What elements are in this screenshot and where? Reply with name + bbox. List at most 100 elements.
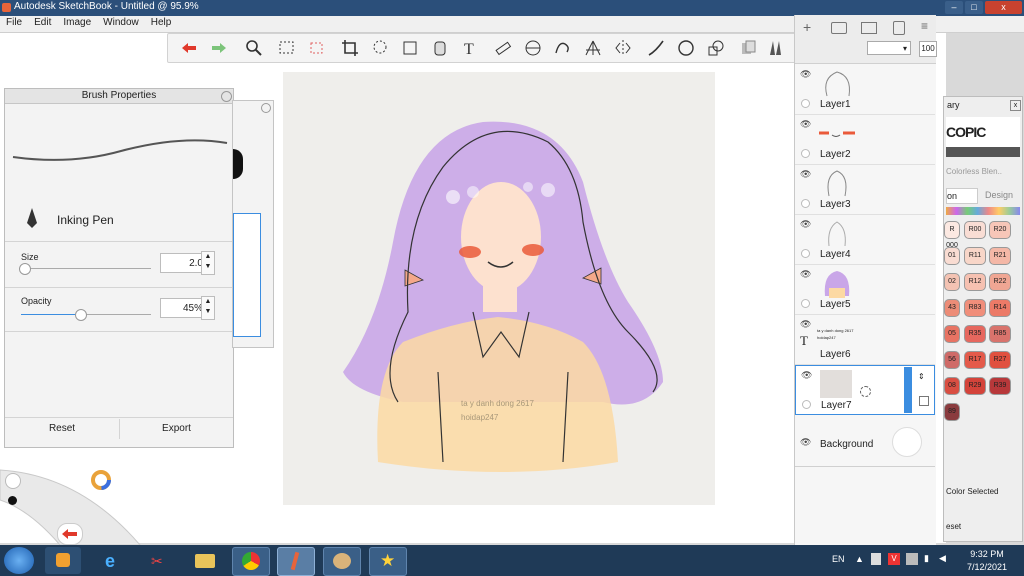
- copic-collapse-bar[interactable]: [946, 147, 1020, 157]
- opacity-slider-knob[interactable]: [74, 309, 87, 321]
- copic-swatch[interactable]: R39: [989, 377, 1011, 395]
- copic-close-icon[interactable]: x: [1010, 100, 1021, 111]
- visibility-eye-icon[interactable]: 👁: [800, 437, 811, 448]
- select-rect-icon[interactable]: [276, 38, 298, 58]
- lagoon-color-icon[interactable]: [90, 469, 112, 491]
- layer-row-layer3[interactable]: 👁 Layer3: [795, 165, 935, 215]
- layer-lock-dot[interactable]: [801, 149, 810, 158]
- visibility-eye-icon[interactable]: 👁: [800, 269, 811, 280]
- copic-swatch[interactable]: 89: [944, 403, 960, 421]
- layer-lock-dot[interactable]: [801, 249, 810, 258]
- tray-antivirus-icon[interactable]: V: [888, 553, 900, 565]
- undo-icon[interactable]: [178, 38, 200, 58]
- ellipse-guide-icon[interactable]: [522, 38, 544, 58]
- layer-row-background[interactable]: 👁 Background: [795, 417, 935, 467]
- layer-row-layer5[interactable]: 👁 Layer5: [795, 265, 935, 315]
- layer-row-layer1[interactable]: 👁 Layer1: [795, 65, 935, 115]
- opacity-stepper[interactable]: ▲ ▼: [201, 296, 215, 320]
- visibility-eye-icon[interactable]: 👁: [800, 219, 811, 230]
- layer-menu-icon[interactable]: ≡: [921, 19, 928, 33]
- layer-row-layer7-selected[interactable]: 👁 ⇕ Layer7: [795, 365, 935, 415]
- taskbar-app-icon[interactable]: ★: [369, 547, 407, 576]
- layer-options-icon[interactable]: [919, 396, 929, 406]
- copic-swatch[interactable]: R17: [964, 351, 986, 369]
- transform-icon[interactable]: [399, 38, 421, 58]
- opacity-slider[interactable]: [21, 309, 151, 321]
- close-button[interactable]: x: [985, 1, 1022, 14]
- tray-clipboard-icon[interactable]: [871, 553, 881, 565]
- symmetry-icon[interactable]: [612, 38, 634, 58]
- menu-window[interactable]: Window: [97, 16, 145, 28]
- taskbar-chrome-icon[interactable]: [232, 547, 270, 576]
- taskbar-snipping-icon[interactable]: ✂: [140, 547, 176, 574]
- secondary-panel-close-icon[interactable]: [261, 103, 271, 113]
- visibility-eye-icon[interactable]: 👁: [800, 69, 811, 80]
- add-image-icon[interactable]: [861, 22, 877, 34]
- layer-row-layer6[interactable]: 👁 T ta y danh dong 2617 hoidap247 Layer6: [795, 315, 935, 365]
- clock-time[interactable]: 9:32 PM: [965, 549, 1009, 559]
- text-icon[interactable]: T: [459, 38, 481, 58]
- copic-swatch[interactable]: R85: [989, 325, 1011, 343]
- copic-swatch[interactable]: R22: [989, 273, 1011, 291]
- size-slider-knob[interactable]: [18, 263, 31, 275]
- copic-family-strip[interactable]: [946, 207, 1020, 215]
- taskbar-sketchbook-icon[interactable]: [277, 547, 315, 576]
- layer-lock-dot[interactable]: [801, 299, 810, 308]
- lagoon-color-dot[interactable]: [8, 496, 17, 505]
- tray-expand-icon[interactable]: ▲: [855, 554, 864, 564]
- ruler-icon[interactable]: [492, 38, 514, 58]
- stroke-line-icon[interactable]: [645, 38, 667, 58]
- copic-reset-button[interactable]: eset: [946, 522, 961, 531]
- copic-swatch[interactable]: R12: [964, 273, 986, 291]
- export-button[interactable]: Export: [120, 419, 233, 439]
- zoom-icon[interactable]: [243, 38, 265, 58]
- visibility-eye-icon[interactable]: 👁: [801, 370, 812, 381]
- blend-mode-select[interactable]: ▾: [867, 41, 911, 55]
- layer-row-layer2[interactable]: 👁 Layer2: [795, 115, 935, 165]
- add-layer-icon[interactable]: +: [803, 19, 811, 35]
- drawing-canvas[interactable]: ta y danh dong 2617 hoidap247: [283, 72, 715, 505]
- copic-swatch[interactable]: 08: [944, 377, 960, 395]
- copic-tab-collection[interactable]: on: [946, 188, 978, 204]
- visibility-eye-icon[interactable]: 👁: [800, 169, 811, 180]
- perspective-icon[interactable]: [582, 38, 604, 58]
- visibility-eye-icon[interactable]: 👁: [800, 319, 811, 330]
- selected-brush-slot[interactable]: [233, 213, 261, 337]
- copy-paste-icon[interactable]: [737, 38, 759, 58]
- tray-network-icon[interactable]: ▮: [924, 553, 929, 564]
- copic-swatch[interactable]: 56: [944, 351, 960, 369]
- clock-date[interactable]: 7/12/2021: [962, 562, 1012, 572]
- taskbar-media-player[interactable]: [45, 547, 81, 574]
- crop-icon[interactable]: [339, 38, 361, 58]
- lagoon-brush-icon[interactable]: [5, 473, 21, 489]
- taskbar-ie-icon[interactable]: e: [96, 547, 132, 574]
- copic-tab-design[interactable]: Design: [978, 188, 1020, 202]
- copic-swatch[interactable]: R21: [989, 247, 1011, 265]
- bucket-icon[interactable]: [429, 38, 451, 58]
- reset-button[interactable]: Reset: [5, 419, 120, 439]
- shapes-icon[interactable]: [705, 38, 727, 58]
- background-color-swatch[interactable]: [892, 427, 922, 457]
- copic-swatch[interactable]: R00: [964, 221, 986, 239]
- copic-swatch[interactable]: R29: [964, 377, 986, 395]
- layer-move-icon[interactable]: [860, 386, 871, 397]
- french-curve-icon[interactable]: [552, 38, 574, 58]
- menu-edit[interactable]: Edit: [28, 16, 57, 28]
- panel-close-icon[interactable]: [221, 91, 232, 102]
- copic-swatch[interactable]: R20: [989, 221, 1011, 239]
- copic-swatch[interactable]: R14: [989, 299, 1011, 317]
- copic-swatch[interactable]: R 000: [944, 221, 960, 249]
- copic-swatch[interactable]: 43: [944, 299, 960, 317]
- tray-flag-icon[interactable]: [906, 553, 918, 565]
- copic-swatch[interactable]: R35: [964, 325, 986, 343]
- layer-row-layer4[interactable]: 👁 Layer4: [795, 215, 935, 265]
- language-indicator[interactable]: EN: [832, 554, 845, 564]
- lasso-icon[interactable]: [369, 38, 391, 58]
- copic-swatch[interactable]: 01: [944, 247, 960, 265]
- taskbar-paint-icon[interactable]: [323, 547, 361, 576]
- minimize-button[interactable]: –: [945, 1, 963, 14]
- size-stepper[interactable]: ▲ ▼: [201, 251, 215, 275]
- layer-lock-dot[interactable]: [801, 199, 810, 208]
- redo-icon[interactable]: [208, 38, 230, 58]
- tray-volume-icon[interactable]: ◀: [939, 553, 946, 564]
